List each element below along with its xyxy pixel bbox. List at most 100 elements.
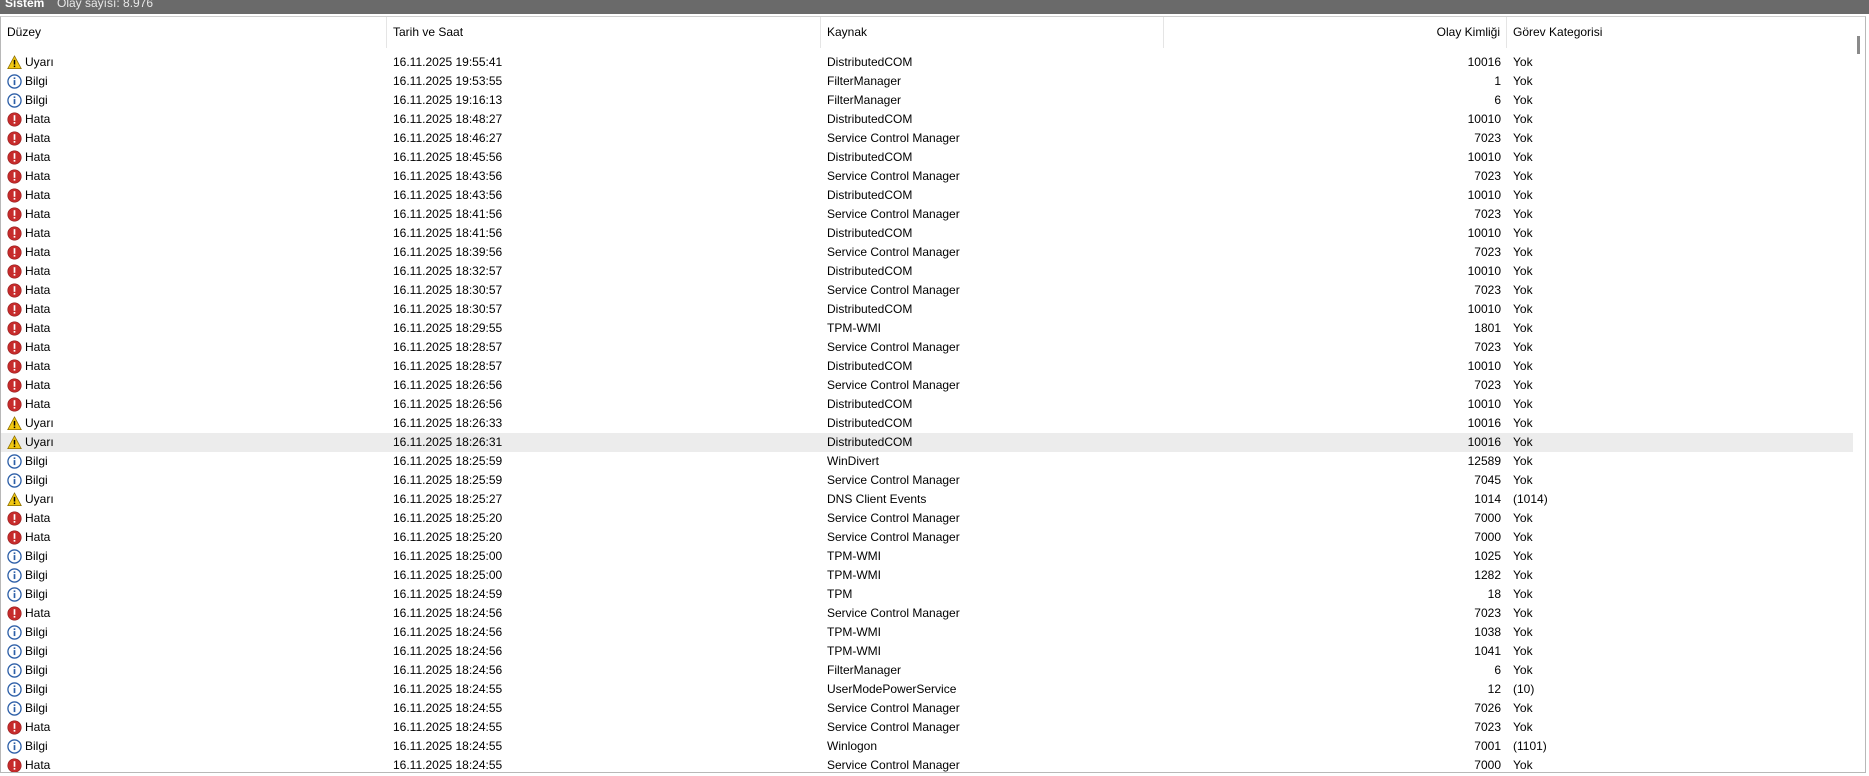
source-cell: TPM-WMI	[827, 644, 881, 658]
table-row[interactable]: Bilgi 16.11.2025 18:24:55 UserModePowerSer…	[1, 680, 1853, 699]
table-row[interactable]: Hata 16.11.2025 18:26:56 DistributedCOM 100…	[1, 395, 1853, 414]
table-row[interactable]: Hata 16.11.2025 18:46:27 Service Control M…	[1, 129, 1853, 148]
table-row[interactable]: Hata 16.11.2025 18:26:56 Service Control M…	[1, 376, 1853, 395]
table-row[interactable]: Uyarı 16.11.2025 18:25:27 DNS Client Event…	[1, 490, 1853, 509]
table-row[interactable]: Bilgi 16.11.2025 18:24:55 Service Control …	[1, 699, 1853, 718]
event-id-cell: 1801	[1474, 321, 1501, 335]
warning-icon	[7, 416, 22, 431]
level-cell: Bilgi	[7, 471, 387, 490]
level-label: Hata	[25, 720, 51, 734]
level-cell: Hata	[7, 281, 387, 300]
error-icon	[7, 530, 22, 545]
table-row[interactable]: Hata 16.11.2025 18:48:27 DistributedCOM 100…	[1, 110, 1853, 129]
datetime-cell: 16.11.2025 18:25:59	[393, 454, 503, 468]
level-label: Bilgi	[25, 93, 48, 107]
column-header-datetime[interactable]: Tarih ve Saat	[387, 17, 821, 48]
table-row[interactable]: Uyarı 16.11.2025 18:26:33 DistributedCOM 10…	[1, 414, 1853, 433]
table-row[interactable]: Bilgi 16.11.2025 18:24:55 Winlogon 7001 (110…	[1, 737, 1853, 756]
source-cell: Service Control Manager	[827, 169, 960, 183]
source-cell: Service Control Manager	[827, 701, 960, 715]
table-row[interactable]: Bilgi 16.11.2025 18:25:00 TPM-WMI 1282 Yok	[1, 566, 1853, 585]
table-row[interactable]: Hata 16.11.2025 18:32:57 DistributedCOM 100…	[1, 262, 1853, 281]
table-row[interactable]: Hata 16.11.2025 18:43:56 DistributedCOM 100…	[1, 186, 1853, 205]
datetime-cell: 16.11.2025 18:26:33	[393, 416, 503, 430]
level-label: Hata	[25, 302, 51, 316]
table-row[interactable]: Hata 16.11.2025 18:41:56 Service Control M…	[1, 205, 1853, 224]
table-row[interactable]: Bilgi 16.11.2025 18:24:56 TPM-WMI 1041 Yok	[1, 642, 1853, 661]
task-category-cell: Yok	[1513, 644, 1533, 658]
task-category-cell: Yok	[1513, 321, 1533, 335]
event-id-cell: 7023	[1474, 283, 1501, 297]
level-cell: Hata	[7, 528, 387, 547]
table-row[interactable]: Hata 16.11.2025 18:41:56 DistributedCOM 100…	[1, 224, 1853, 243]
event-id-cell: 1025	[1474, 549, 1501, 563]
table-row[interactable]: Hata 16.11.2025 18:28:57 Service Control M…	[1, 338, 1853, 357]
table-row[interactable]: Bilgi 16.11.2025 19:53:55 FilterManager 1 Yo…	[1, 72, 1853, 91]
level-cell: Uyarı	[7, 53, 387, 72]
column-header-level[interactable]: Düzey	[1, 17, 387, 48]
level-label: Bilgi	[25, 454, 48, 468]
level-cell: Hata	[7, 224, 387, 243]
level-cell: Bilgi	[7, 91, 387, 110]
table-row[interactable]: Bilgi 16.11.2025 19:16:13 FilterManager 6 Yo…	[1, 91, 1853, 110]
table-row[interactable]: Hata 16.11.2025 18:24:55 Service Control M…	[1, 718, 1853, 737]
source-cell: Winlogon	[827, 739, 878, 753]
info-icon	[7, 473, 22, 488]
level-cell: Hata	[7, 338, 387, 357]
error-icon	[7, 340, 22, 355]
table-row[interactable]: Hata 16.11.2025 18:39:56 Service Control M…	[1, 243, 1853, 262]
task-category-cell: Yok	[1513, 587, 1533, 601]
table-row[interactable]: Bilgi 16.11.2025 18:25:59 Service Control …	[1, 471, 1853, 490]
table-row[interactable]: Hata 16.11.2025 18:24:55 Service Control M…	[1, 756, 1853, 772]
table-row[interactable]: Bilgi 16.11.2025 18:25:59 WinDivert 12589 Yo…	[1, 452, 1853, 471]
level-cell: Bilgi	[7, 661, 387, 680]
table-row[interactable]: Hata 16.11.2025 18:28:57 DistributedCOM 100…	[1, 357, 1853, 376]
column-header-event-id[interactable]: Olay Kimliği	[1164, 17, 1507, 48]
datetime-cell: 16.11.2025 18:25:20	[393, 530, 503, 544]
table-row[interactable]: Hata 16.11.2025 18:24:56 Service Control M…	[1, 604, 1853, 623]
level-label: Hata	[25, 359, 51, 373]
column-header-task-category[interactable]: Görev Kategorisi	[1507, 17, 1853, 48]
level-cell: Hata	[7, 148, 387, 167]
datetime-cell: 16.11.2025 18:26:56	[393, 397, 503, 411]
column-header-source[interactable]: Kaynak	[821, 17, 1164, 48]
table-row[interactable]: Hata 16.11.2025 18:29:55 TPM-WMI 1801 Yok	[1, 319, 1853, 338]
task-category-cell: Yok	[1513, 416, 1533, 430]
source-cell: DistributedCOM	[827, 302, 913, 316]
source-cell: Service Control Manager	[827, 283, 960, 297]
task-category-cell: Yok	[1513, 131, 1533, 145]
table-row[interactable]: Hata 16.11.2025 18:25:20 Service Control M…	[1, 528, 1853, 547]
vertical-scrollbar[interactable]	[1853, 17, 1865, 772]
source-cell: Service Control Manager	[827, 131, 960, 145]
table-row[interactable]: Hata 16.11.2025 18:43:56 Service Control M…	[1, 167, 1853, 186]
event-id-cell: 1	[1494, 74, 1501, 88]
source-cell: Service Control Manager	[827, 511, 960, 525]
table-header: Düzey Tarih ve Saat Kaynak Olay Kimliği …	[1, 17, 1853, 49]
datetime-cell: 16.11.2025 19:16:13	[393, 93, 503, 107]
warning-icon	[7, 435, 22, 450]
source-cell: Service Control Manager	[827, 473, 960, 487]
task-category-cell: Yok	[1513, 188, 1533, 202]
task-category-cell: Yok	[1513, 454, 1533, 468]
table-row[interactable]: Hata 16.11.2025 18:30:57 DistributedCOM 100…	[1, 300, 1853, 319]
table-row[interactable]: Uyarı 16.11.2025 19:55:41 DistributedCOM 10…	[1, 53, 1853, 72]
error-icon	[7, 150, 22, 165]
table-row[interactable]: Uyarı 16.11.2025 18:26:31 DistributedCOM 10…	[1, 433, 1853, 452]
table-row[interactable]: Bilgi 16.11.2025 18:24:56 FilterManager 6 Yo…	[1, 661, 1853, 680]
error-icon	[7, 264, 22, 279]
info-icon	[7, 93, 22, 108]
event-rows: Uyarı 16.11.2025 19:55:41 DistributedCOM 10…	[1, 53, 1853, 772]
table-row[interactable]: Bilgi 16.11.2025 18:24:56 TPM-WMI 1038 Yok	[1, 623, 1853, 642]
level-label: Bilgi	[25, 74, 48, 88]
event-id-cell: 6	[1494, 663, 1501, 677]
table-row[interactable]: Bilgi 16.11.2025 18:24:59 TPM 18 Yok	[1, 585, 1853, 604]
task-category-cell: Yok	[1513, 606, 1533, 620]
event-id-cell: 1041	[1474, 644, 1501, 658]
table-row[interactable]: Hata 16.11.2025 18:25:20 Service Control M…	[1, 509, 1853, 528]
datetime-cell: 16.11.2025 18:39:56	[393, 245, 503, 259]
table-row[interactable]: Bilgi 16.11.2025 18:25:00 TPM-WMI 1025 Yok	[1, 547, 1853, 566]
table-row[interactable]: Hata 16.11.2025 18:45:56 DistributedCOM 100…	[1, 148, 1853, 167]
table-row[interactable]: Hata 16.11.2025 18:30:57 Service Control M…	[1, 281, 1853, 300]
scrollbar-thumb[interactable]	[1857, 36, 1860, 54]
error-icon	[7, 245, 22, 260]
